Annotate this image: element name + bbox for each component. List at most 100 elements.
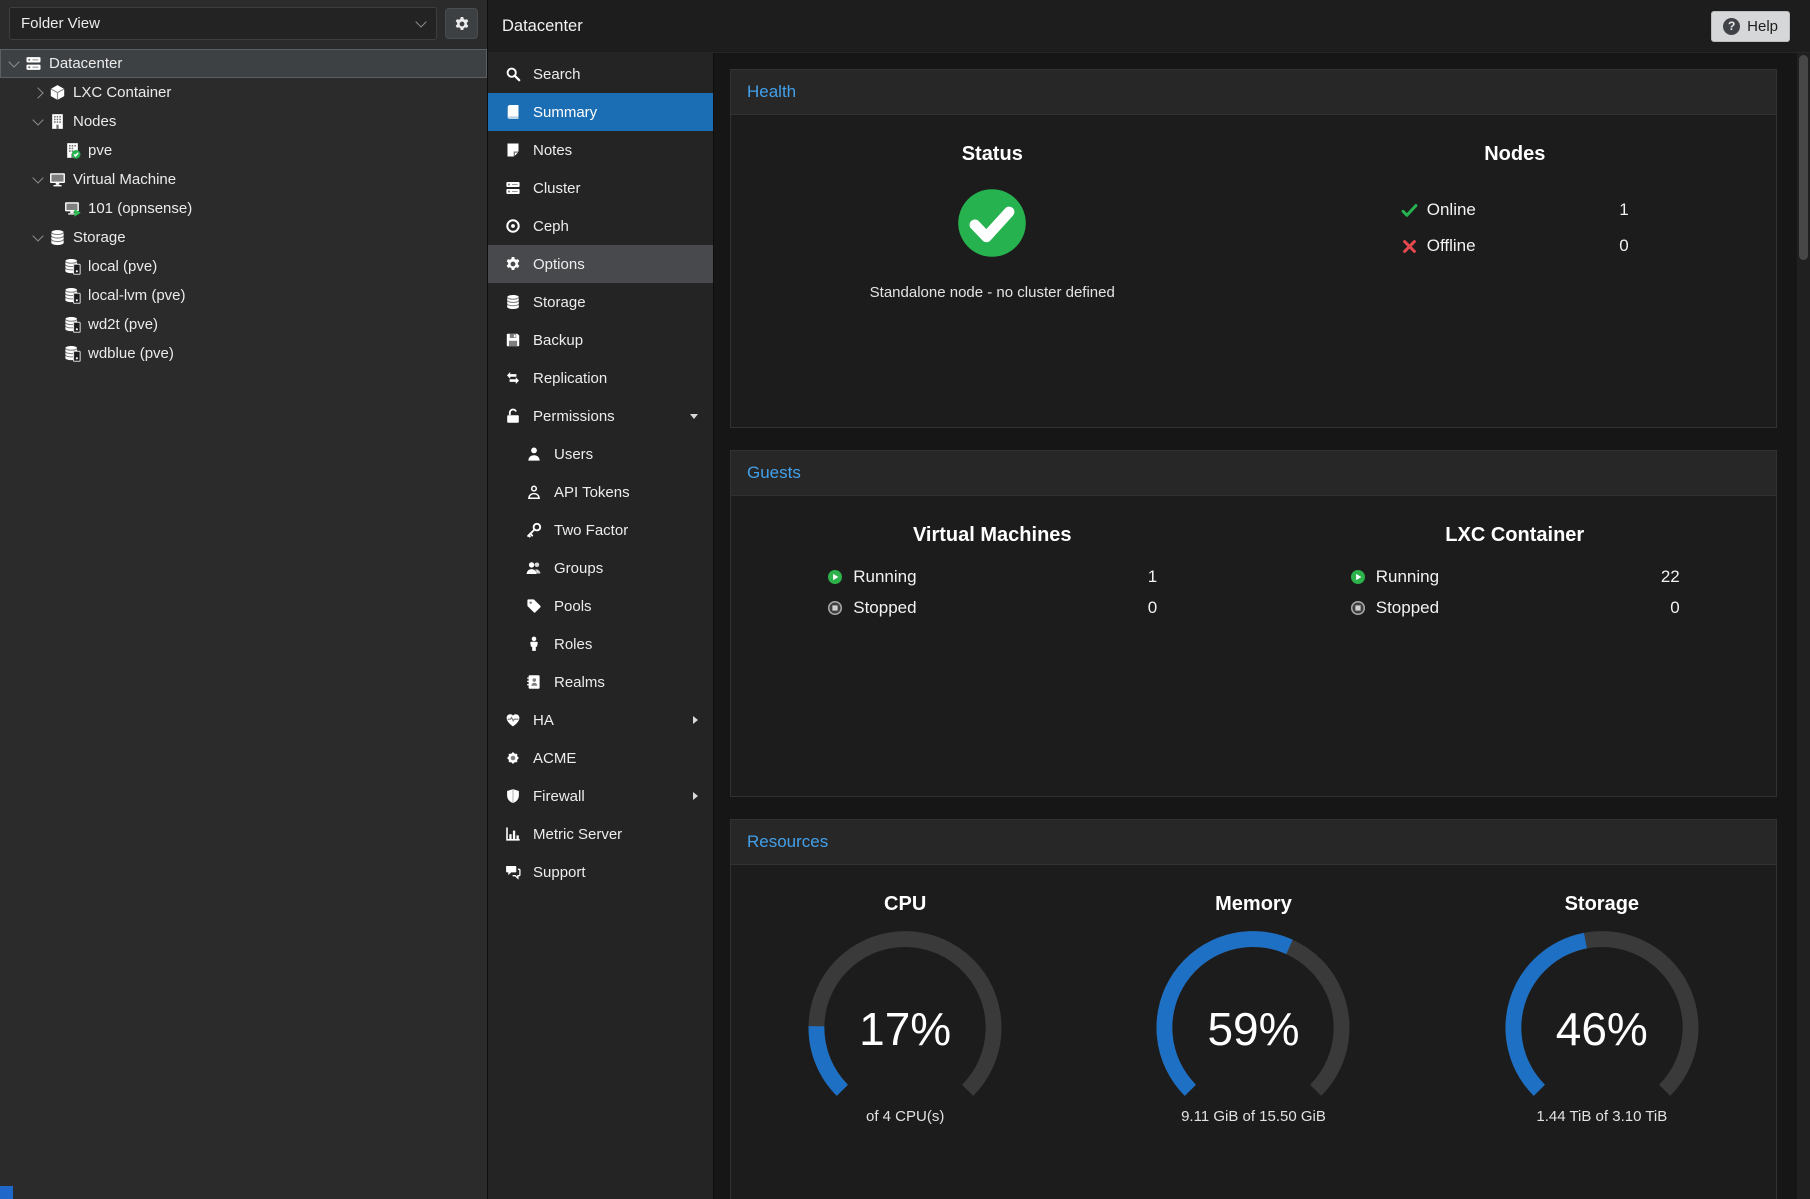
menu-item-support[interactable]: Support [488,853,713,891]
tree-item-label: 101 (opnsense) [88,200,192,217]
tree-settings-button[interactable] [445,8,478,39]
menu-item-ha[interactable]: HA [488,701,713,739]
chevron-down-icon [690,414,698,419]
cpu-title: CPU [731,893,1079,916]
menu-item-backup[interactable]: Backup [488,321,713,359]
vm-stopped-row: Stopped 0 [827,598,1157,618]
database-icon [505,294,521,310]
menu-item-realms[interactable]: Realms [488,663,713,701]
storage-title: Storage [1428,893,1776,916]
menu-item-summary[interactable]: Summary [488,93,713,131]
unlock-icon [505,408,521,424]
menu-item-search[interactable]: Search [488,55,713,93]
database-icon [49,229,66,246]
summary-main: Health Status Standalone node - no clust… [714,53,1797,1199]
memory-column: Memory 59% 9.11 GiB of 15.50 GiB [1079,865,1427,1199]
vm-running-row: Running 1 [827,567,1157,587]
tree-item-storage-local-lvm[interactable]: local-lvm (pve) [0,281,487,310]
tree-item-label: LXC Container [73,84,171,101]
storage-drive-icon [64,316,81,333]
tree-item-virtual-machine[interactable]: Virtual Machine [0,165,487,194]
menu-item-permissions[interactable]: Permissions [488,397,713,435]
storage-percent: 46% [1486,1002,1718,1056]
content-row: Search Summary Notes Cluster Ceph [488,53,1810,1199]
heartbeat-icon [505,712,521,728]
nodes-column: Nodes Online 1 Offline 0 [1254,115,1777,427]
stopped-label: Stopped [853,598,916,618]
chevron-right-icon [693,716,698,724]
lxc-column: LXC Container Running 22 Stopped [1254,496,1777,796]
check-icon [1401,202,1418,219]
menu-item-cluster[interactable]: Cluster [488,169,713,207]
tree-item-label: local (pve) [88,258,157,275]
menu-item-users[interactable]: Users [488,435,713,473]
menu-item-pools[interactable]: Pools [488,587,713,625]
stopped-icon [1350,600,1366,616]
menu-item-groups[interactable]: Groups [488,549,713,587]
menu-item-roles[interactable]: Roles [488,625,713,663]
gear-icon [454,16,470,32]
storage-drive-icon [64,287,81,304]
tree-item-label: Nodes [73,113,116,130]
storage-gauge: 46% [1486,926,1718,1104]
chevron-down-icon[interactable] [8,56,19,67]
user-outline-icon [526,484,542,500]
tree-item-pve[interactable]: pve [0,136,487,165]
tree-item-storage-local[interactable]: local (pve) [0,252,487,281]
vm-rows: Running 1 Stopped 0 [827,567,1157,618]
view-mode-select[interactable]: Folder View [9,7,437,40]
memory-gauge: 59% [1137,926,1369,1104]
health-panel: Health Status Standalone node - no clust… [730,69,1777,428]
page-title: Datacenter [502,17,583,36]
lxc-running-row: Running 22 [1350,567,1680,587]
menu-item-ceph[interactable]: Ceph [488,207,713,245]
lxc-rows: Running 22 Stopped 0 [1350,567,1680,618]
book-icon [505,104,521,120]
tree-item-nodes[interactable]: Nodes [0,107,487,136]
person-icon [526,636,542,652]
tag-icon [526,598,542,614]
building-online-icon [64,142,81,159]
menu-item-notes[interactable]: Notes [488,131,713,169]
tree-item-label: wdblue (pve) [88,345,174,362]
menu-item-two-factor[interactable]: Two Factor [488,511,713,549]
server-icon [25,55,42,72]
stopped-icon [827,600,843,616]
menu-item-firewall[interactable]: Firewall [488,777,713,815]
running-value: 1 [1148,567,1157,587]
lxc-title: LXC Container [1254,524,1777,547]
tree-item-storage-wdblue[interactable]: wdblue (pve) [0,339,487,368]
menu-item-options[interactable]: Options [488,245,713,283]
menu-item-replication[interactable]: Replication [488,359,713,397]
tree-item-label: wd2t (pve) [88,316,158,333]
chevron-down-icon[interactable] [32,172,43,183]
scrollbar-thumb[interactable] [1799,55,1808,260]
cpu-gauge: 17% [789,926,1021,1104]
tree-item-storage[interactable]: Storage [0,223,487,252]
menu-item-metric-server[interactable]: Metric Server [488,815,713,853]
running-icon [1350,569,1366,585]
tree-item-vm-101[interactable]: 101 (opnsense) [0,194,487,223]
running-icon [827,569,843,585]
cpu-column: CPU 17% of 4 CPU(s) [731,865,1079,1199]
building-icon [49,113,66,130]
tree-item-lxc-container[interactable]: LXC Container [0,78,487,107]
tree-item-storage-wd2t[interactable]: wd2t (pve) [0,310,487,339]
health-panel-body: Status Standalone node - no cluster defi… [731,115,1776,427]
menu-item-api-tokens[interactable]: API Tokens [488,473,713,511]
chevron-down-icon[interactable] [32,114,43,125]
status-text: Standalone node - no cluster defined [731,284,1254,301]
vertical-scrollbar[interactable] [1796,53,1810,1199]
storage-drive-icon [64,258,81,275]
tree-item-datacenter[interactable]: Datacenter [0,49,487,78]
chevron-right-icon[interactable] [32,87,43,98]
chevron-down-icon[interactable] [32,230,43,241]
menu-item-storage[interactable]: Storage [488,283,713,321]
note-icon [505,142,521,158]
tree-item-label: pve [88,142,112,159]
help-button[interactable]: ? Help [1711,11,1790,42]
users-icon [526,560,542,576]
chevron-down-icon [415,16,426,27]
menu-item-acme[interactable]: ACME [488,739,713,777]
gear-icon [505,256,521,272]
